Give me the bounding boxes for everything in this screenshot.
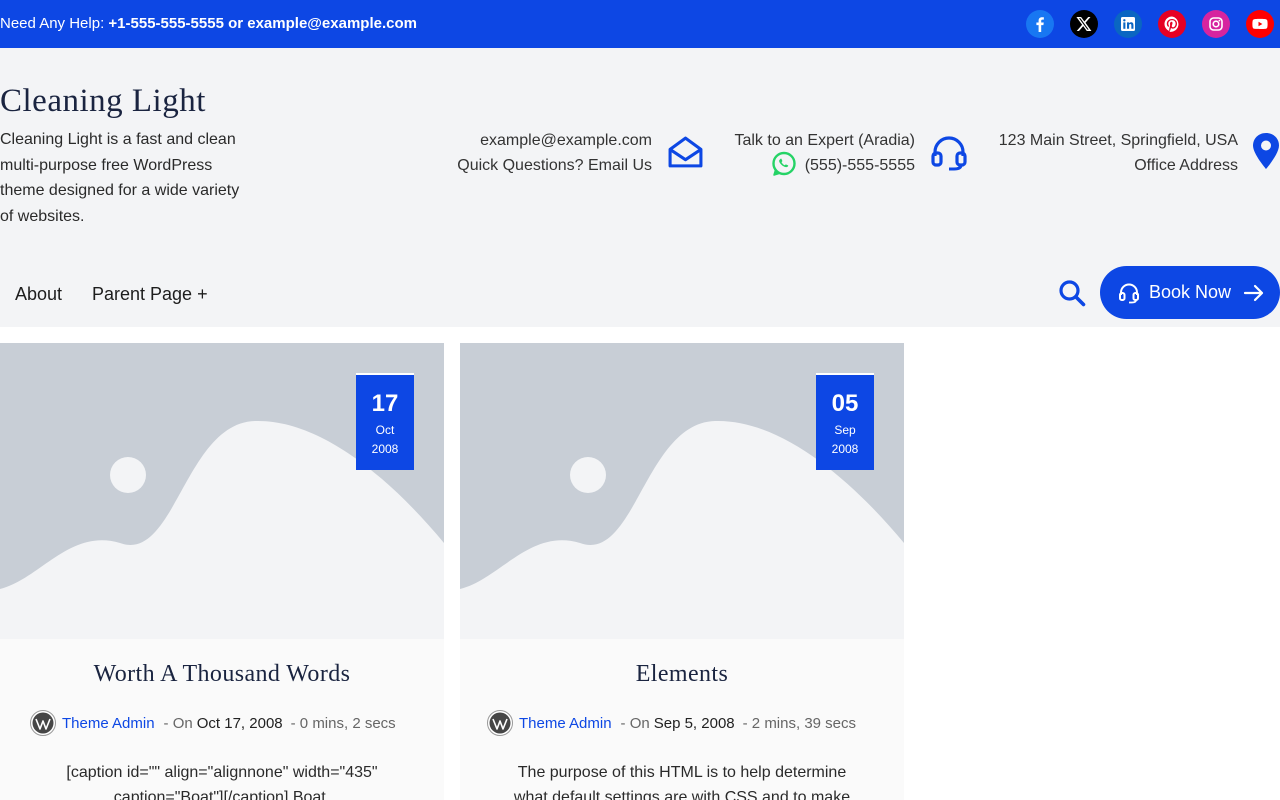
date-day: 05 xyxy=(831,390,859,417)
site-header: Cleaning Light Cleaning Light is a fast … xyxy=(0,48,1280,327)
envelope-icon xyxy=(667,134,704,171)
social-links xyxy=(1026,10,1274,38)
post-meta: Theme Admin - On Sep 5, 2008 - 2 mins, 3… xyxy=(487,710,856,736)
post-author[interactable]: Theme Admin xyxy=(62,715,155,732)
date-badge: 17 Oct 2008 xyxy=(356,373,414,470)
date-year: 2008 xyxy=(371,442,399,456)
read-time: - 2 mins, 39 secs xyxy=(742,714,857,732)
expert-contact: Talk to an Expert (Aradia) (555)-555-555… xyxy=(734,128,915,178)
author-avatar xyxy=(487,710,513,736)
book-now-label: Book Now xyxy=(1149,282,1232,302)
site-title[interactable]: Cleaning Light xyxy=(0,83,206,120)
address-contact: 123 Main Street, Springfield, USA Office… xyxy=(999,128,1238,178)
help-label: Need Any Help: xyxy=(0,15,105,32)
read-time: - 0 mins, 2 secs xyxy=(290,714,396,732)
wordpress-icon xyxy=(30,710,56,736)
expert-label: Talk to an Expert (Aradia) xyxy=(734,132,915,149)
post-title[interactable]: Worth A Thousand Words xyxy=(0,661,444,688)
wordpress-icon xyxy=(487,710,513,736)
date-badge: 05 Sep 2008 xyxy=(816,373,874,470)
headset-icon xyxy=(1118,282,1140,304)
author-avatar xyxy=(30,710,56,736)
email-caption: Quick Questions? Email Us xyxy=(457,157,652,174)
help-contact[interactable]: +1-555-555-5555 or example@example.com xyxy=(108,15,417,32)
date-year: 2008 xyxy=(831,442,859,456)
email-address[interactable]: example@example.com xyxy=(457,128,652,153)
post-meta: Theme Admin - On Oct 17, 2008 - 0 mins, … xyxy=(30,710,396,736)
headset-icon xyxy=(930,134,968,172)
post-author[interactable]: Theme Admin xyxy=(519,715,612,732)
facebook-icon[interactable] xyxy=(1026,10,1054,38)
top-bar: Need Any Help: +1-555-555-5555 or exampl… xyxy=(0,0,1280,48)
pinterest-icon[interactable] xyxy=(1158,10,1186,38)
youtube-icon[interactable] xyxy=(1246,10,1274,38)
arrow-right-icon xyxy=(1243,282,1265,304)
post-card: 17 Oct 2008 Worth A Thousand Words Theme… xyxy=(0,343,444,800)
site-description: Cleaning Light is a fast and clean multi… xyxy=(0,131,240,225)
meta-on-label: - On xyxy=(620,714,650,732)
post-title[interactable]: Elements xyxy=(460,661,904,688)
whatsapp-icon xyxy=(771,151,797,177)
email-contact: example@example.com Quick Questions? Ema… xyxy=(457,128,652,178)
nav-item-about[interactable]: About xyxy=(15,284,62,305)
search-icon[interactable] xyxy=(1058,279,1086,307)
date-month: Oct xyxy=(375,423,395,437)
meta-on-label: - On xyxy=(163,714,193,732)
post-date[interactable]: Sep 5, 2008 xyxy=(654,715,735,732)
linkedin-icon[interactable] xyxy=(1114,10,1142,38)
post-excerpt: [caption id="" align="alignnone" width="… xyxy=(66,764,378,800)
date-month: Sep xyxy=(834,423,856,437)
post-date[interactable]: Oct 17, 2008 xyxy=(197,715,283,732)
book-now-button[interactable]: Book Now xyxy=(1100,266,1280,319)
nav-item-parent-page[interactable]: Parent Page + xyxy=(92,284,208,305)
address-caption: Office Address xyxy=(1134,157,1238,174)
instagram-icon[interactable] xyxy=(1202,10,1230,38)
expert-phone[interactable]: (555)-555-5555 xyxy=(805,157,915,174)
post-excerpt: The purpose of this HTML is to help dete… xyxy=(513,764,851,800)
help-text: Need Any Help: +1-555-555-5555 or exampl… xyxy=(0,15,417,32)
map-pin-icon xyxy=(1252,132,1280,170)
address-text: 123 Main Street, Springfield, USA xyxy=(998,132,1238,149)
post-card: 05 Sep 2008 Elements Theme Admin - On Se… xyxy=(460,343,904,800)
date-day: 17 xyxy=(371,390,399,417)
x-icon[interactable] xyxy=(1070,10,1098,38)
